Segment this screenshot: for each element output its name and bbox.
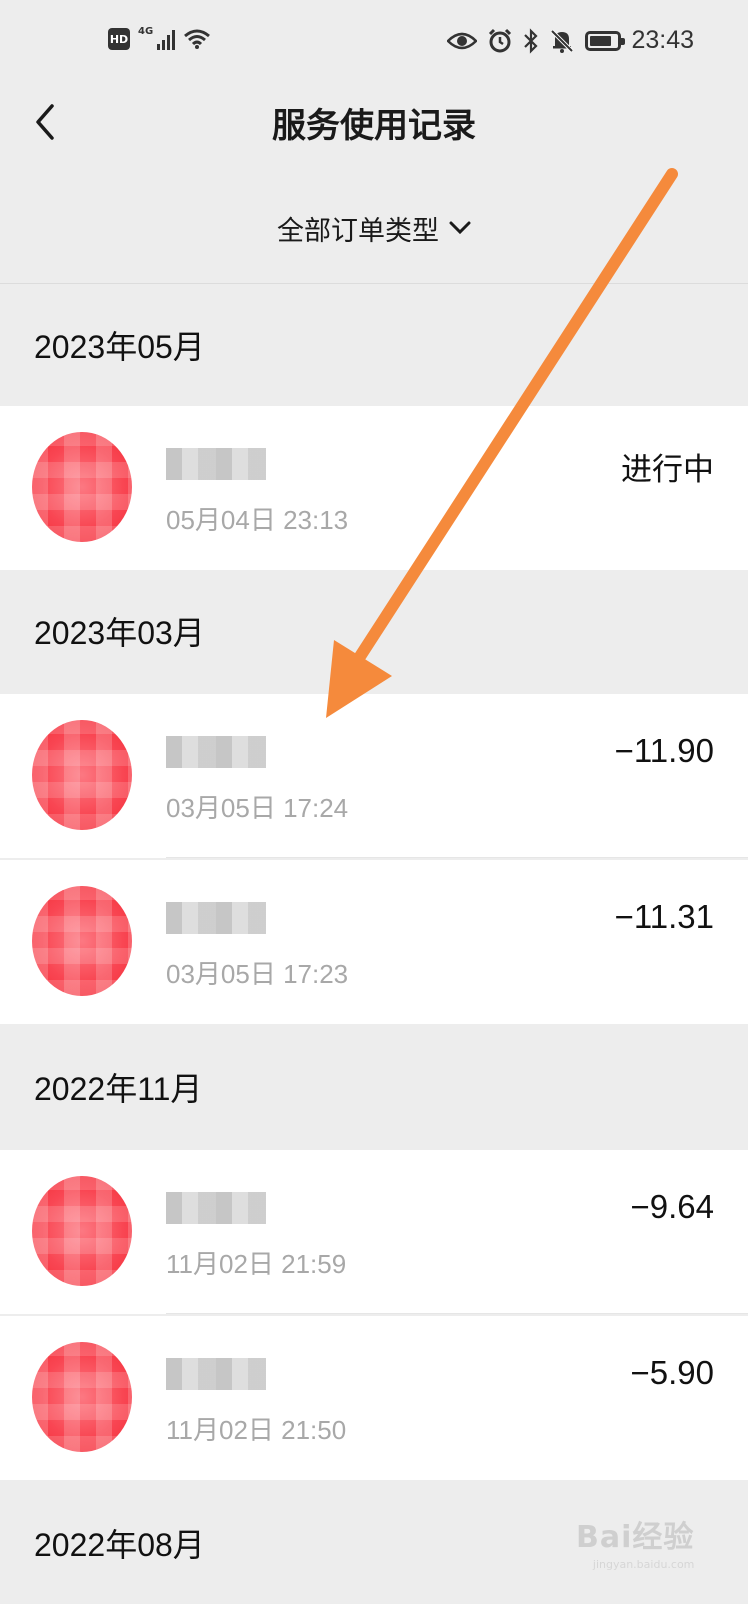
status-right: 23:43 [447, 26, 694, 55]
mute-bell-icon [551, 29, 574, 53]
filter-label: 全部订单类型 [277, 215, 439, 247]
page-title: 服务使用记录 [272, 106, 476, 146]
nav-header: 服务使用记录 [0, 86, 748, 156]
record-row[interactable]: 05月04日 23:13 进行中 [0, 406, 748, 570]
month-label: 2023年05月 [34, 329, 205, 365]
network-type: 4G [138, 25, 154, 37]
signal-icon [157, 28, 176, 50]
month-header: 2023年05月 [0, 284, 748, 406]
status-bar: HD 4G 23:43 [0, 0, 748, 86]
chevron-down-icon [449, 221, 471, 235]
blurred-service-name [166, 1358, 266, 1390]
record-row[interactable]: 11月02日 21:59 −9.64 [0, 1150, 748, 1314]
service-avatar [32, 720, 132, 830]
battery-icon [585, 30, 626, 51]
service-avatar [32, 432, 132, 542]
wifi-icon [184, 29, 211, 49]
watermark-url: jingyan.baidu.com [592, 1558, 695, 1571]
record-amount: −9.64 [630, 1188, 715, 1225]
service-avatar [32, 1176, 132, 1286]
record-row[interactable]: 03月05日 17:23 −11.31 [0, 860, 748, 1024]
blurred-service-name [166, 902, 266, 934]
clock-time: 23:43 [631, 26, 694, 54]
blurred-service-name [166, 1192, 266, 1224]
month-label: 2022年11月 [34, 1071, 203, 1107]
record-amount: −11.90 [614, 732, 714, 769]
month-header: 2022年11月 [0, 1026, 748, 1148]
service-avatar [32, 886, 132, 996]
bluetooth-icon [524, 27, 538, 54]
record-amount: −11.31 [614, 898, 714, 935]
record-date: 05月04日 23:13 [166, 505, 349, 535]
record-date: 11月02日 21:59 [166, 1249, 347, 1279]
month-label: 2022年08月 [34, 1527, 205, 1563]
record-date: 03月05日 17:23 [166, 959, 349, 989]
watermark-text: Bai经验 [576, 1520, 695, 1555]
row-divider [166, 1313, 748, 1314]
service-avatar [32, 1342, 132, 1452]
row-divider [166, 857, 748, 858]
record-status: 进行中 [621, 452, 714, 488]
blurred-service-name [166, 736, 266, 768]
alarm-icon [489, 28, 512, 52]
eye-icon [447, 32, 478, 49]
record-row[interactable]: 11月02日 21:50 −5.90 [0, 1316, 748, 1480]
record-date: 11月02日 21:50 [166, 1415, 347, 1445]
record-amount: −5.90 [630, 1354, 715, 1391]
blurred-service-name [166, 448, 266, 480]
month-label: 2023年03月 [34, 615, 205, 651]
baidu-jingyan-watermark: Bai经验 jingyan.baidu.com [576, 1512, 694, 1571]
status-left: HD 4G [108, 25, 211, 50]
month-header: 2023年03月 [0, 570, 748, 692]
hd-icon: HD [108, 28, 130, 50]
order-type-filter[interactable]: 全部订单类型 [0, 200, 748, 256]
record-row[interactable]: 03月05日 17:24 −11.90 [0, 694, 748, 858]
record-date: 03月05日 17:24 [166, 793, 349, 823]
